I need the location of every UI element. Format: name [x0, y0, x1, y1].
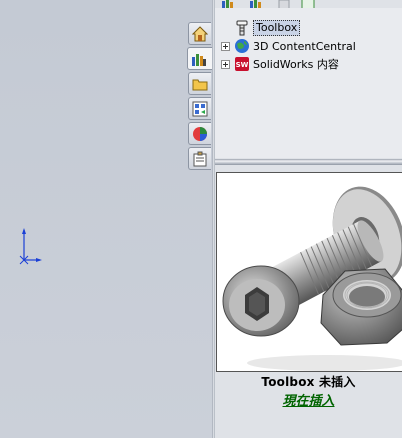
design-library-pane: Toolbox 3D ContentCentral SW SolidWorks …	[215, 0, 402, 438]
toolbox-preview-image	[216, 172, 402, 372]
expand-icon[interactable]	[221, 41, 230, 51]
design-library-icon	[192, 54, 206, 66]
tab-design-library[interactable]	[187, 47, 212, 70]
expand-icon[interactable]	[221, 59, 230, 69]
pane-toolbar	[215, 0, 402, 8]
add-to-library-icon[interactable]	[221, 0, 235, 8]
tree-item-label: Toolbox	[253, 20, 301, 36]
create-folder-icon[interactable]	[277, 0, 291, 8]
toolbox-status-text: Toolbox 未插入	[261, 375, 356, 389]
tab-view-palette[interactable]	[188, 97, 211, 120]
task-pane-tabs	[187, 22, 212, 172]
tab-appearances[interactable]	[188, 122, 211, 145]
tree-item-label: 3D ContentCentral	[253, 39, 356, 53]
pane-divider[interactable]	[215, 159, 402, 165]
tab-file-explorer[interactable]	[188, 72, 211, 95]
refresh-icon[interactable]	[301, 0, 315, 8]
library-tree: Toolbox 3D ContentCentral SW SolidWorks …	[215, 8, 402, 158]
home-icon	[192, 26, 208, 42]
file-explorer-icon	[192, 79, 208, 91]
triad-axis-icon	[19, 228, 42, 265]
view-palette-icon	[192, 101, 208, 117]
tree-item-toolbox[interactable]: Toolbox	[221, 19, 301, 37]
solidworks-icon: SW	[235, 57, 249, 71]
bolt-and-nut-image	[217, 173, 402, 371]
tree-item-solidworks-content[interactable]: SW SolidWorks 内容	[221, 55, 339, 73]
tab-custom-properties[interactable]	[188, 147, 211, 170]
appearances-icon	[193, 127, 207, 141]
tree-item-3d-contentcentral[interactable]: 3D ContentCentral	[221, 37, 356, 55]
tab-resources[interactable]	[188, 22, 211, 45]
tree-item-label: SolidWorks 内容	[253, 58, 339, 71]
custom-properties-icon	[193, 151, 207, 167]
svg-text:SW: SW	[236, 61, 249, 69]
globe-icon	[235, 39, 249, 53]
toolbox-icon	[236, 20, 248, 36]
insert-now-link[interactable]: 現在插入	[215, 390, 402, 409]
add-file-location-icon[interactable]	[249, 0, 263, 8]
graphics-area[interactable]	[0, 0, 212, 438]
